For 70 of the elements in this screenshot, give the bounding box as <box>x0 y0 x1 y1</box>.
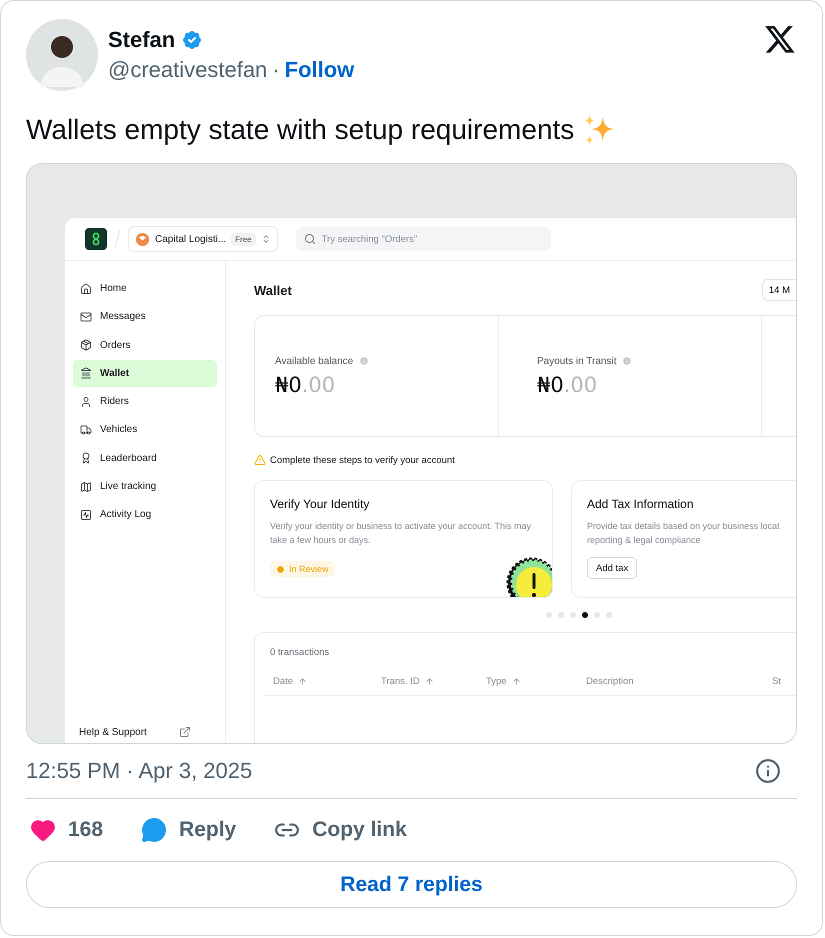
sidebar-item[interactable]: Live tracking <box>73 473 217 500</box>
sidebar-item[interactable]: Riders <box>73 388 217 416</box>
follow-link[interactable]: Follow <box>284 57 354 83</box>
company-logo-icon <box>135 232 150 246</box>
sort-icon <box>512 677 521 686</box>
info-icon <box>622 356 632 366</box>
avatar[interactable] <box>26 19 98 91</box>
separator-dot: · <box>272 57 280 83</box>
carousel-dot[interactable] <box>606 612 612 618</box>
map-icon <box>80 480 92 493</box>
sidebar-item[interactable]: Leaderboard <box>73 444 217 472</box>
mail-icon <box>80 310 92 323</box>
step-description: Verify your identity or business to activate your account. This may take a few hours or days. <box>270 520 532 547</box>
clock-icon <box>276 564 285 574</box>
carousel-dot[interactable] <box>558 612 564 618</box>
step-title: Verify Your Identity <box>270 497 370 511</box>
bank-icon <box>80 367 92 380</box>
home-icon <box>80 282 92 294</box>
status-badge: In Review <box>270 561 335 577</box>
sidebar-item[interactable]: Orders <box>73 332 217 359</box>
sidebar-item[interactable]: Messages <box>73 303 217 330</box>
author-handle: @creativestefan <box>108 57 268 83</box>
reply-button[interactable]: Reply <box>141 817 236 843</box>
balance-amount: ₦0.00 <box>537 372 598 396</box>
add-tax-button[interactable]: Add tax <box>587 557 638 579</box>
workspace-switcher[interactable]: Capital Logisti... Free <box>128 226 278 252</box>
app-logo[interactable] <box>85 228 107 250</box>
verify-notice: Complete these steps to verify your account <box>270 454 455 466</box>
date-range-button[interactable]: 14 M <box>762 279 796 301</box>
warning-icon <box>254 454 266 466</box>
box-icon <box>80 339 92 352</box>
plan-badge: Free <box>231 232 256 246</box>
reply-icon <box>141 817 168 843</box>
search-icon <box>304 233 316 245</box>
balance-label: Available balance <box>275 356 354 366</box>
x-logo-icon[interactable] <box>763 23 797 55</box>
tweet-text: Wallets empty state with setup requirements <box>26 114 574 146</box>
heart-icon <box>30 817 56 843</box>
help-support-link[interactable]: Help & Support <box>73 726 217 743</box>
balance-label: Payouts in Transit <box>537 356 616 366</box>
transaction-count: 0 transactions <box>269 647 330 658</box>
page-title: Wallet <box>254 282 292 298</box>
carousel-dot[interactable] <box>570 612 576 618</box>
sidebar-item[interactable]: Activity Log <box>73 501 217 528</box>
carousel-dot[interactable] <box>594 612 600 618</box>
sort-icon <box>424 677 434 686</box>
step-description: reporting & legal compliance <box>587 534 702 547</box>
balance-amount: ₦0.00 <box>275 372 336 396</box>
like-button[interactable]: 168 <box>30 817 104 843</box>
chevron-icon <box>260 234 271 244</box>
info-icon[interactable] <box>755 758 781 784</box>
tweet-timestamp[interactable]: 12:55 PM · Apr 3, 2025 <box>26 758 252 784</box>
sidebar-item[interactable]: Home <box>73 275 217 302</box>
sidebar-item[interactable]: Vehicles <box>73 416 217 444</box>
chart-icon <box>80 508 92 521</box>
copy-link-button[interactable]: Copy link <box>274 817 407 843</box>
award-icon <box>80 452 92 464</box>
author-name: Stefan <box>108 27 176 53</box>
search-field[interactable]: Try searching "Orders" <box>296 227 551 251</box>
sort-icon <box>298 677 308 686</box>
read-replies-button[interactable]: Read 7 replies <box>26 861 797 908</box>
truck-icon <box>80 424 92 436</box>
info-icon <box>359 356 370 366</box>
step-title: Add Tax Information <box>587 497 695 511</box>
carousel-dot[interactable] <box>546 612 552 618</box>
sidebar-item[interactable]: Wallet <box>73 360 217 387</box>
carousel-dot[interactable] <box>582 612 588 618</box>
external-link-icon <box>179 726 191 738</box>
user-icon <box>80 396 92 408</box>
step-description: Provide tax details based on your business locat <box>587 520 781 533</box>
